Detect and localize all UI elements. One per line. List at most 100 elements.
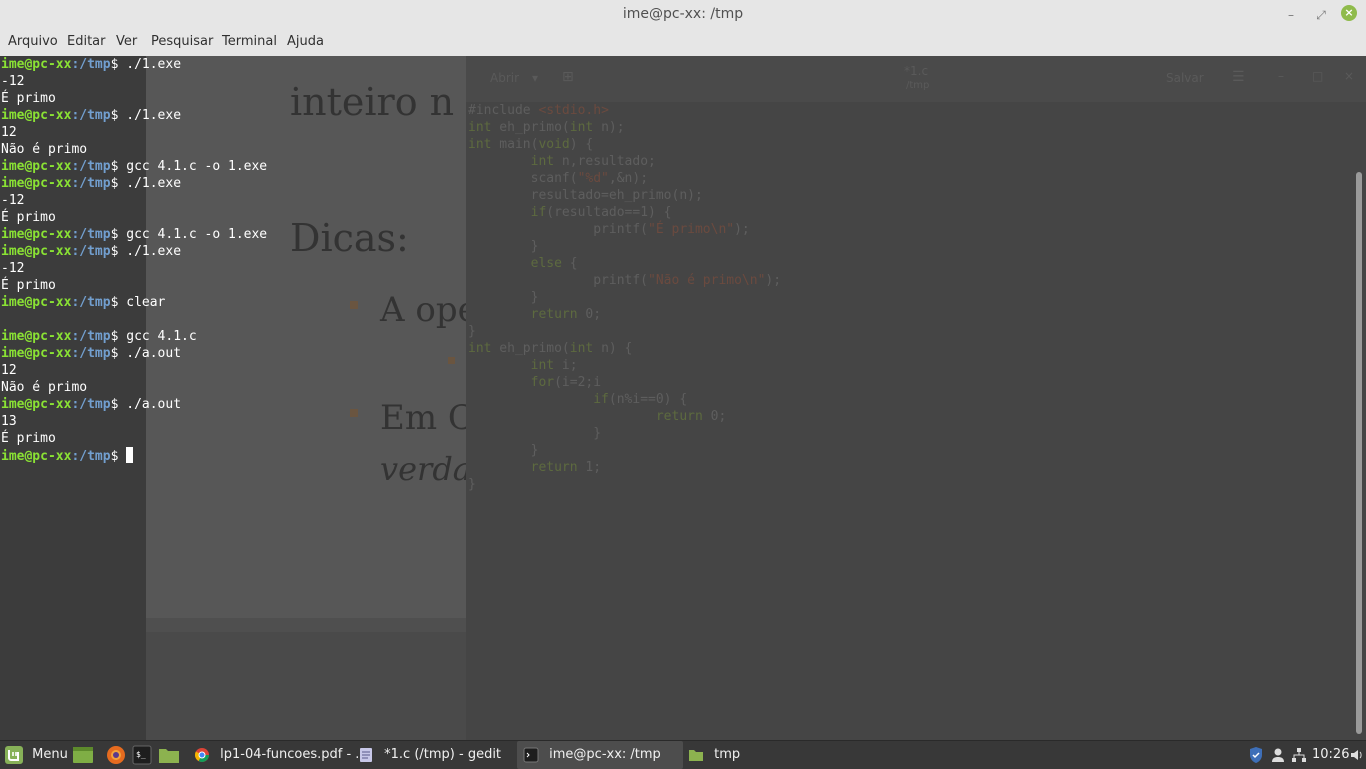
- prompt-user-host: ime@pc-xx: [1, 176, 72, 191]
- prompt-path: :/tmp: [71, 244, 111, 259]
- gedit-open-button: Abrir: [490, 71, 520, 85]
- terminal-command: $ ./a.out: [110, 397, 182, 412]
- taskbar-window-terminal[interactable]: ime@pc-xx: /tmp: [517, 741, 683, 769]
- code-line: }: [468, 324, 476, 339]
- prompt-path: :/tmp: [71, 176, 111, 191]
- firefox-icon: [107, 745, 125, 764]
- code-line: resultado=eh_primo(n);: [468, 188, 703, 203]
- taskbar: Menu $_ lp1-04-funcoes.pdf - ... *1.c (/…: [0, 740, 1366, 769]
- terminal-output-line: 13: [1, 414, 17, 429]
- terminal-command-line: ime@pc-xx:/tmp$ ./1.exe: [1, 56, 267, 73]
- menu-ver[interactable]: Ver: [116, 34, 137, 49]
- terminal-command: $ ./1.exe: [110, 244, 182, 259]
- desktop-icon: [73, 746, 93, 763]
- code-line: int i;: [530, 358, 578, 373]
- terminal-icon: $_: [132, 745, 152, 764]
- taskbar-window-pdf[interactable]: lp1-04-funcoes.pdf - ...: [188, 741, 368, 769]
- start-menu-button[interactable]: Menu: [4, 741, 68, 769]
- code-line: int eh_primo(int n) {: [468, 341, 633, 356]
- pdf-bullet-italic: verda: [380, 450, 472, 488]
- code-line: }: [468, 477, 476, 492]
- code-line: if(n%i==0) {: [593, 392, 688, 407]
- menu-pesquisar[interactable]: Pesquisar: [151, 34, 213, 49]
- prompt-user-host: ime@pc-xx: [1, 57, 72, 72]
- menu-arquivo[interactable]: Arquivo: [8, 34, 58, 49]
- taskbar-window-label: lp1-04-funcoes.pdf - ...: [220, 747, 368, 762]
- code-line: return 0;: [530, 307, 602, 322]
- maximize-button[interactable]: ⤢: [1311, 5, 1331, 25]
- terminal-output-line: 12: [1, 363, 17, 378]
- code-line: }: [468, 443, 539, 458]
- pdf-heading: inteiro n e: [290, 80, 489, 124]
- code-line: }: [468, 426, 602, 441]
- gedit-tab-title: *1.c: [904, 64, 929, 78]
- terminal-output-line: -12: [1, 193, 25, 208]
- taskbar-window-gedit[interactable]: *1.c (/tmp) - gedit: [352, 741, 518, 769]
- terminal-command: $ gcc 4.1.c -o 1.exe: [110, 227, 268, 242]
- scrollbar[interactable]: [1356, 172, 1362, 734]
- terminal-command: $ clear: [110, 295, 166, 310]
- gedit-save-button: Salvar: [1166, 71, 1204, 85]
- close-icon: ×: [1344, 69, 1355, 83]
- prompt-user-host: ime@pc-xx: [1, 346, 72, 361]
- prompt-user-host: ime@pc-xx: [1, 159, 72, 174]
- terminal-command: $ gcc 4.1.c -o 1.exe: [110, 159, 268, 174]
- code-line: printf("É primo\n");: [468, 222, 750, 237]
- terminal-icon: [523, 747, 539, 762]
- menu-ajuda[interactable]: Ajuda: [287, 34, 324, 49]
- prompt-path: :/tmp: [71, 57, 111, 72]
- pdf-subbullet: [448, 357, 455, 364]
- terminal-output-line: É primo: [1, 91, 56, 106]
- terminal-command: $: [110, 449, 127, 464]
- gedit-tab-subtitle: /tmp: [906, 80, 930, 91]
- show-desktop-launcher[interactable]: [72, 741, 94, 769]
- clock[interactable]: 10:26: [1312, 741, 1349, 769]
- shield-icon[interactable]: [1248, 741, 1264, 769]
- pdf-bullet: [350, 301, 358, 309]
- prompt-user-host: ime@pc-xx: [1, 329, 72, 344]
- prompt-path: :/tmp: [71, 227, 111, 242]
- minimize-button[interactable]: –: [1281, 5, 1301, 25]
- code-line: for(i=2;i: [530, 375, 602, 390]
- code-line: int eh_primo(int n);: [468, 120, 625, 135]
- terminal-command: $ ./1.exe: [110, 176, 182, 191]
- maximize-icon: □: [1312, 69, 1324, 83]
- network-icon[interactable]: [1291, 741, 1307, 769]
- code-line: return 1;: [530, 460, 602, 475]
- gedit-header: Abrir ▾ ⊞ *1.c /tmp Salvar ☰ – □ ×: [466, 56, 1366, 102]
- terminal-command-line: ime@pc-xx:/tmp$ gcc 4.1.c: [1, 328, 267, 345]
- terminal-output-line: -12: [1, 74, 25, 89]
- prompt-path: :/tmp: [71, 108, 111, 123]
- code-line: else {: [530, 256, 578, 271]
- menubar: Arquivo Editar Ver Pesquisar Terminal Aj…: [0, 30, 1366, 57]
- firefox-launcher[interactable]: [106, 741, 126, 769]
- files-launcher[interactable]: [158, 741, 180, 769]
- minimize-icon: –: [1278, 69, 1284, 83]
- terminal-command-line: ime@pc-xx:/tmp$ ./1.exe: [1, 107, 267, 124]
- menu-editar[interactable]: Editar: [67, 34, 106, 49]
- terminal-command-line: ime@pc-xx:/tmp$ ./1.exe: [1, 175, 267, 192]
- terminal-command: $ ./1.exe: [110, 57, 182, 72]
- terminal-output-line: É primo: [1, 210, 56, 225]
- prompt-user-host: ime@pc-xx: [1, 449, 72, 464]
- menu-terminal[interactable]: Terminal: [222, 34, 277, 49]
- prompt-path: :/tmp: [71, 329, 111, 344]
- menu-label: Menu: [32, 747, 68, 762]
- terminal-command-line: ime@pc-xx:/tmp$ ./a.out: [1, 396, 267, 413]
- terminal-output-line: 12: [1, 125, 17, 140]
- volume-icon[interactable]: [1350, 741, 1364, 769]
- prompt-user-host: ime@pc-xx: [1, 227, 72, 242]
- code-line: }: [468, 290, 539, 305]
- prompt-path: :/tmp: [71, 159, 111, 174]
- close-button[interactable]: ×: [1341, 5, 1357, 21]
- terminal-area[interactable]: inteiro n e Dicas: A ope Em C verda Abri…: [0, 56, 1366, 740]
- terminal-output-line: Não é primo: [1, 380, 88, 395]
- chrome-icon: [194, 747, 209, 762]
- prompt-path: :/tmp: [71, 449, 111, 464]
- terminal-command-line: ime@pc-xx:/tmp$ gcc 4.1.c -o 1.exe: [1, 158, 267, 175]
- prompt-user-host: ime@pc-xx: [1, 244, 72, 259]
- terminal-launcher[interactable]: $_: [132, 741, 152, 769]
- taskbar-window-files[interactable]: tmp: [682, 741, 848, 769]
- user-icon[interactable]: [1271, 741, 1285, 769]
